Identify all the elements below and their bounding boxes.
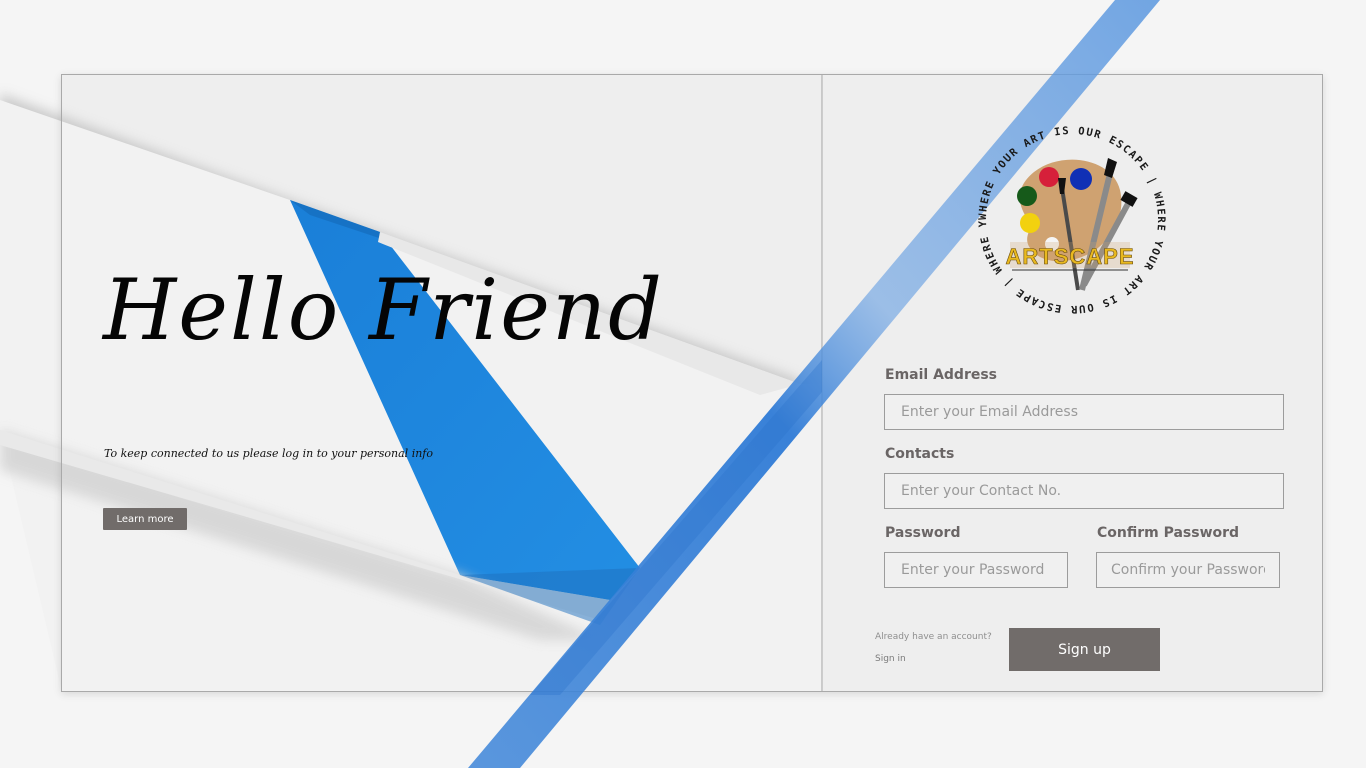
confirm-password-label: Confirm Password [1097, 525, 1240, 541]
sign-up-button[interactable]: Sign up [1009, 628, 1160, 671]
contacts-label: Contacts [885, 446, 955, 462]
hero-title: Hello Friend [103, 261, 664, 359]
confirm-password-input[interactable] [1096, 552, 1280, 588]
artscape-logo: WHERE YOUR ART IS OUR ESCAPE | WHERE YOU… [972, 120, 1166, 315]
learn-more-button[interactable]: Learn more [103, 508, 187, 530]
password-input[interactable] [884, 552, 1068, 588]
hero-tagline: To keep connected to us please log in to… [104, 447, 433, 460]
password-label: Password [885, 525, 961, 541]
email-label: Email Address [885, 367, 998, 383]
page: Hello Friend To keep connected to us ple… [0, 0, 1366, 768]
sign-in-link[interactable]: Sign in [875, 654, 906, 664]
logo-brand: ARTSCAPE [1005, 244, 1134, 269]
email-input[interactable] [884, 394, 1284, 430]
contacts-input[interactable] [884, 473, 1284, 509]
already-have-account-text: Already have an account? [875, 632, 992, 642]
